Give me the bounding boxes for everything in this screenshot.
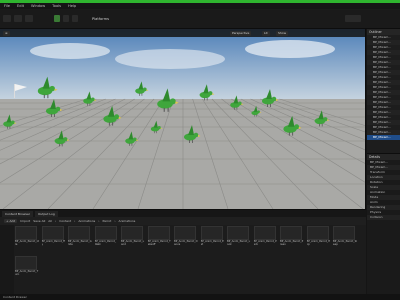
outliner-row[interactable]: BP_Mixam... <box>367 135 400 140</box>
asset-tile[interactable]: BP_Anim_Parrot_Turn <box>15 256 39 282</box>
cloud <box>245 40 335 58</box>
path-1[interactable]: Content <box>59 219 71 223</box>
asset-thumbnail <box>15 226 37 240</box>
content-browser: Content Browser Output Log + Add Import … <box>0 209 366 300</box>
menu-window[interactable]: Window <box>31 4 45 8</box>
asset-thumbnail <box>333 226 355 240</box>
lit-button[interactable]: Lit <box>262 30 270 36</box>
menu-help[interactable]: Help <box>68 4 76 8</box>
asset-name: BP_Anim_Parrot_Preen <box>280 240 304 246</box>
asset-tile[interactable]: BP_Anim_Parrot_Look <box>227 226 251 252</box>
asset-name: BP_Anim_Parrot_Sleep <box>333 240 357 246</box>
details-row[interactable]: Collision <box>367 215 400 220</box>
folder-tree[interactable] <box>0 225 14 300</box>
asset-thumbnail <box>121 226 143 240</box>
menu-tools[interactable]: Tools <box>52 4 61 8</box>
settings-button[interactable] <box>345 15 361 22</box>
asset-thumbnail <box>200 226 223 240</box>
level-viewport[interactable]: ≡ Perspective Lit Show <box>0 29 366 209</box>
details-panel: Details BP_Mixam... BP_Mixam... Transform L… <box>367 153 400 300</box>
asset-name: BP_Anim_Parrot_Glide <box>68 240 92 246</box>
cloud <box>115 49 225 69</box>
stop-icon[interactable] <box>72 15 78 22</box>
add-content-button[interactable] <box>25 15 33 22</box>
asset-thumbnail <box>253 226 276 240</box>
asset-thumbnail <box>41 226 64 240</box>
add-button[interactable]: + Add <box>4 219 18 223</box>
asset-tile[interactable]: BP_Anim_Parrot_Walk <box>94 226 119 252</box>
save-button[interactable] <box>3 15 11 22</box>
main-toolbar: Platforms <box>0 9 400 29</box>
asset-name: BP_Anim_Parrot_Hop <box>306 240 331 246</box>
path-4[interactable]: Animations <box>119 219 136 223</box>
asset-tile[interactable]: BP_Anim_Parrot_Peck <box>253 226 278 252</box>
asset-thumbnail <box>280 226 302 240</box>
asset-name: BP_Anim_Parrot_Dance <box>174 240 198 246</box>
asset-thumbnail <box>147 226 170 240</box>
asset-tile[interactable]: BP_Anim_Parrot_Land <box>121 226 145 252</box>
save-all-button[interactable]: Save All <box>33 219 45 223</box>
tab-content-browser[interactable]: Content Browser <box>2 210 34 217</box>
asset-thumbnail <box>174 226 196 240</box>
asset-thumbnail <box>15 256 37 270</box>
asset-grid: BP_Anim_Parrot_Idle BP_Anim_Parrot_Fly BP_… <box>15 226 360 300</box>
outliner-panel: Outliner BP_Mixam... BP_Mixam... BP_Mixam.… <box>367 29 400 153</box>
asset-thumbnail <box>68 226 90 240</box>
asset-tile[interactable]: BP_Anim_Parrot_Hop <box>306 226 331 252</box>
asset-thumbnail <box>94 226 117 240</box>
play-icon[interactable] <box>54 15 60 22</box>
asset-tile[interactable]: BP_Anim_Parrot_Fly <box>41 226 66 252</box>
asset-tile[interactable]: BP_Anim_Parrot_Dance <box>174 226 198 252</box>
asset-name: BP_Anim_Parrot_Peck <box>253 240 277 246</box>
select-mode-button[interactable] <box>14 15 22 22</box>
asset-name: BP_Anim_Parrot_Turn <box>15 270 39 276</box>
asset-tile[interactable]: BP_Anim_Parrot_Idle <box>15 226 39 252</box>
menu-edit[interactable]: Edit <box>17 4 24 8</box>
pause-icon[interactable] <box>63 15 69 22</box>
asset-name: BP_Anim_Parrot_Fly <box>41 240 66 246</box>
asset-tile[interactable]: BP_Anim_Parrot_Eat <box>200 226 225 252</box>
details-list: BP_Mixam... BP_Mixam... Transform Location R… <box>367 160 400 220</box>
import-button[interactable]: Import <box>20 219 30 223</box>
path-3[interactable]: Parrot <box>102 219 111 223</box>
path-2[interactable]: Animations <box>78 219 95 223</box>
viewport-toolbar: ≡ Perspective Lit Show <box>0 29 365 37</box>
status-bar: Content Drawer <box>0 294 400 300</box>
content-browser-toolbar: + Add Import Save All All › Content › Anim… <box>0 217 366 225</box>
asset-tile[interactable]: BP_Anim_Parrot_Sleep <box>333 226 357 252</box>
tab-output-log[interactable]: Output Log <box>35 210 58 217</box>
asset-name: BP_Anim_Parrot_Land <box>121 240 145 246</box>
asset-tile[interactable]: BP_Anim_Parrot_Preen <box>280 226 304 252</box>
menu-file[interactable]: File <box>4 4 10 8</box>
asset-name: BP_Anim_Parrot_Takeoff <box>147 240 171 246</box>
viewport-menu-icon[interactable]: ≡ <box>3 30 10 36</box>
asset-name: BP_Anim_Parrot_Eat <box>200 240 224 246</box>
path-0[interactable]: All <box>48 219 52 223</box>
show-button[interactable]: Show <box>276 30 289 36</box>
outliner-list: BP_Mixam... BP_Mixam... BP_Mixam... BP_Mixa… <box>367 35 400 140</box>
asset-tile[interactable]: BP_Anim_Parrot_Takeoff <box>147 226 172 252</box>
cloud <box>30 43 110 59</box>
content-browser-tabs: Content Browser Output Log <box>0 210 366 217</box>
asset-name: BP_Anim_Parrot_Walk <box>94 240 117 246</box>
asset-thumbnail <box>227 226 249 240</box>
viewport-scene <box>0 29 365 209</box>
platforms-dropdown[interactable]: Platforms <box>92 17 109 21</box>
asset-thumbnail <box>306 226 329 240</box>
asset-name: BP_Anim_Parrot_Idle <box>15 240 39 246</box>
perspective-button[interactable]: Perspective <box>230 30 252 36</box>
asset-name: BP_Anim_Parrot_Look <box>227 240 251 246</box>
asset-tile[interactable]: BP_Anim_Parrot_Glide <box>68 226 92 252</box>
